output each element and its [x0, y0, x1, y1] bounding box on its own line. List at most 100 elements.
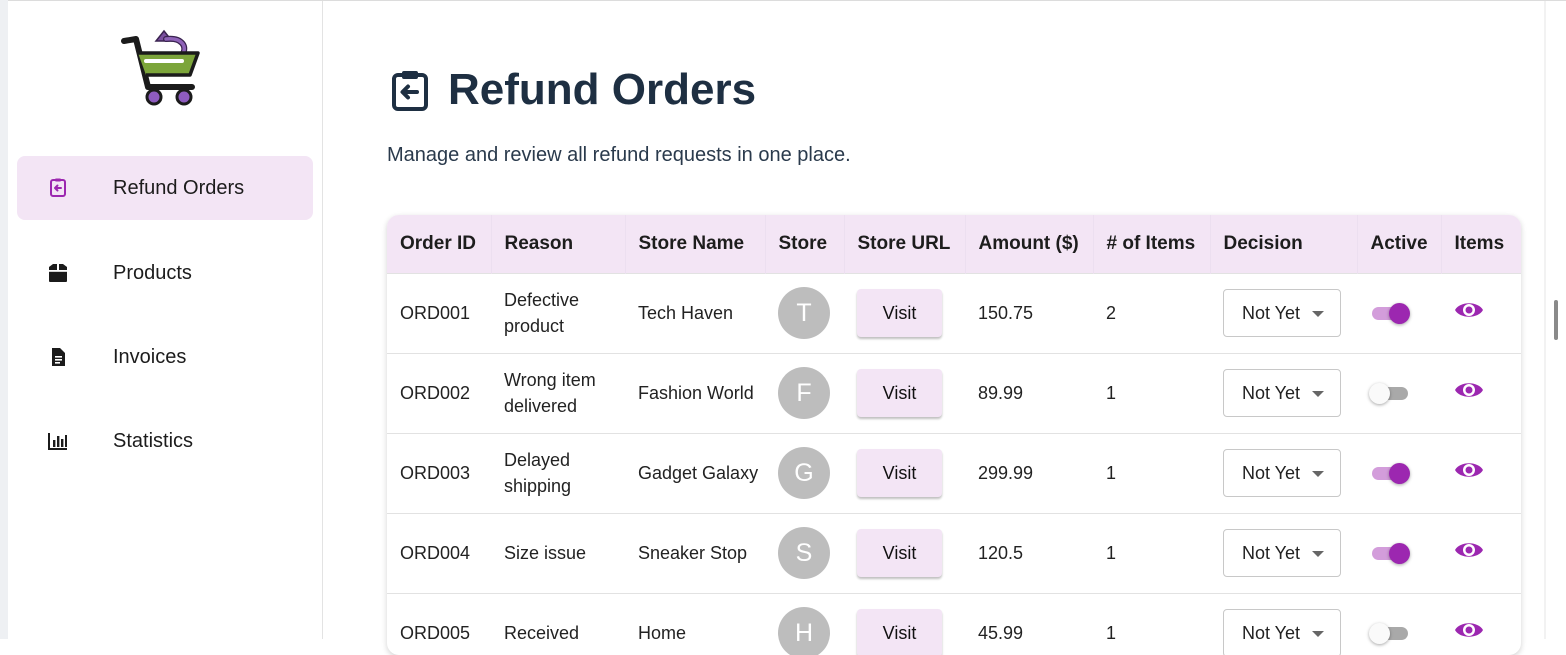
reason-cell: Delayed shipping: [504, 450, 572, 496]
eye-icon[interactable]: [1454, 302, 1484, 325]
caret-down-icon: [1312, 631, 1324, 638]
visit-button[interactable]: Visit: [857, 449, 942, 497]
invoice-icon: [47, 346, 69, 368]
active-toggle[interactable]: [1370, 300, 1410, 326]
eye-icon[interactable]: [1454, 382, 1484, 405]
scrollbar-thumb[interactable]: [1554, 300, 1558, 340]
store-url-cell: Visit: [844, 353, 965, 433]
table-row: ORD001 Defective product Tech Haven T Vi…: [387, 273, 1521, 353]
active-cell: [1357, 353, 1441, 433]
reason-cell: Defective product: [504, 290, 580, 336]
refund-orders-table: Order ID Reason Store Name Store Store U…: [387, 215, 1521, 655]
caret-down-icon: [1312, 311, 1324, 317]
eye-icon[interactable]: [1454, 623, 1484, 645]
refund-icon: [388, 68, 432, 112]
column-header-order-id[interactable]: Order ID: [387, 215, 492, 273]
item-count-cell: 1: [1106, 463, 1117, 483]
active-toggle[interactable]: [1369, 380, 1410, 406]
decision-value: Not Yet: [1242, 623, 1301, 644]
store-name-cell: Fashion World: [638, 383, 754, 403]
table-header-row: Order ID Reason Store Name Store Store U…: [387, 215, 1521, 273]
store-avatar: F: [778, 367, 830, 419]
sidebar-item-statistics[interactable]: Statistics: [17, 409, 313, 473]
caret-down-icon: [1312, 391, 1324, 397]
amount-cell: 299.99: [978, 463, 1034, 483]
caret-down-icon: [1312, 551, 1324, 557]
decision-select[interactable]: Not Yet: [1223, 369, 1341, 417]
toggle-thumb: [1369, 383, 1390, 404]
visit-button[interactable]: Visit: [857, 529, 942, 577]
window-edge: [0, 0, 8, 639]
store-url-cell: Visit: [844, 513, 965, 593]
item-count-cell: 2: [1106, 303, 1117, 323]
items-cell: [1441, 353, 1521, 433]
sidebar-item-refund-orders[interactable]: Refund Orders: [17, 156, 313, 220]
store-url-cell: Visit: [844, 433, 965, 513]
order-id-cell: ORD005: [400, 623, 471, 644]
toggle-thumb: [1389, 463, 1410, 484]
active-cell: [1357, 433, 1441, 513]
column-header-reason[interactable]: Reason: [491, 215, 626, 273]
table-row: ORD003 Delayed shipping Gadget Galaxy G …: [387, 433, 1521, 513]
item-count-cell: 1: [1106, 623, 1117, 644]
active-cell: [1357, 513, 1441, 593]
decision-value: Not Yet: [1242, 303, 1301, 323]
decision-cell: Not Yet: [1210, 593, 1357, 655]
order-id-cell: ORD004: [400, 543, 471, 563]
bar-chart-icon: [47, 430, 69, 452]
active-toggle[interactable]: [1370, 460, 1410, 486]
decision-value: Not Yet: [1242, 543, 1301, 563]
page-title: Refund Orders: [448, 65, 757, 114]
active-toggle[interactable]: [1369, 620, 1410, 646]
column-header-amount[interactable]: Amount ($): [965, 215, 1094, 273]
decision-cell: Not Yet: [1210, 273, 1357, 353]
column-header-store-name[interactable]: Store Name: [625, 215, 766, 273]
amount-cell: 120.5: [978, 543, 1024, 563]
store-name-cell: Sneaker Stop: [638, 543, 748, 563]
page-header: Refund Orders: [388, 62, 756, 118]
column-header-items[interactable]: Items: [1441, 215, 1521, 273]
store-name-cell: Gadget Galaxy: [638, 463, 759, 483]
column-header-active[interactable]: Active: [1357, 215, 1442, 273]
decision-select[interactable]: Not Yet: [1223, 289, 1341, 337]
refund-icon: [47, 177, 69, 199]
amount-cell: 89.99: [978, 383, 1024, 403]
sidebar-item-products[interactable]: Products: [17, 241, 313, 305]
store-cell: S: [765, 513, 844, 593]
decision-select[interactable]: Not Yet: [1223, 449, 1341, 497]
visit-button[interactable]: Visit: [857, 369, 942, 417]
column-header-store[interactable]: Store: [765, 215, 845, 273]
column-header-store-url[interactable]: Store URL: [844, 215, 966, 273]
decision-select[interactable]: Not Yet: [1223, 609, 1341, 655]
active-toggle[interactable]: [1370, 540, 1410, 566]
visit-button[interactable]: Visit: [857, 609, 942, 655]
store-cell: T: [765, 273, 844, 353]
sidebar-item-label: Statistics: [113, 429, 194, 452]
items-cell: [1441, 513, 1521, 593]
eye-icon[interactable]: [1454, 542, 1484, 565]
amount-cell: 150.75: [978, 303, 1034, 323]
column-header-decision[interactable]: Decision: [1210, 215, 1358, 273]
eye-icon[interactable]: [1454, 462, 1484, 485]
visit-button[interactable]: Visit: [857, 289, 942, 337]
store-avatar: S: [778, 527, 830, 579]
sidebar-item-label: Invoices: [113, 345, 187, 368]
sidebar-item-label: Refund Orders: [113, 176, 245, 199]
items-cell: [1441, 433, 1521, 513]
toggle-thumb: [1389, 303, 1410, 324]
toggle-thumb: [1369, 623, 1390, 645]
decision-cell: Not Yet: [1210, 353, 1357, 433]
reason-cell: Received: [504, 623, 580, 644]
column-header-item-count[interactable]: # of Items: [1093, 215, 1211, 273]
sidebar: Refund Orders Products Invoices Statisti…: [8, 1, 323, 639]
item-count-cell: 1: [1106, 383, 1117, 403]
active-cell: [1357, 593, 1441, 655]
items-cell: [1441, 273, 1521, 353]
table-row: ORD004 Size issue Sneaker Stop S Visit 1…: [387, 513, 1521, 593]
decision-cell: Not Yet: [1210, 433, 1357, 513]
decision-select[interactable]: Not Yet: [1223, 529, 1341, 577]
reason-cell: Size issue: [504, 543, 587, 563]
order-id-cell: ORD003: [400, 463, 471, 483]
store-name-cell: Home: [638, 623, 687, 644]
sidebar-item-invoices[interactable]: Invoices: [17, 325, 313, 389]
